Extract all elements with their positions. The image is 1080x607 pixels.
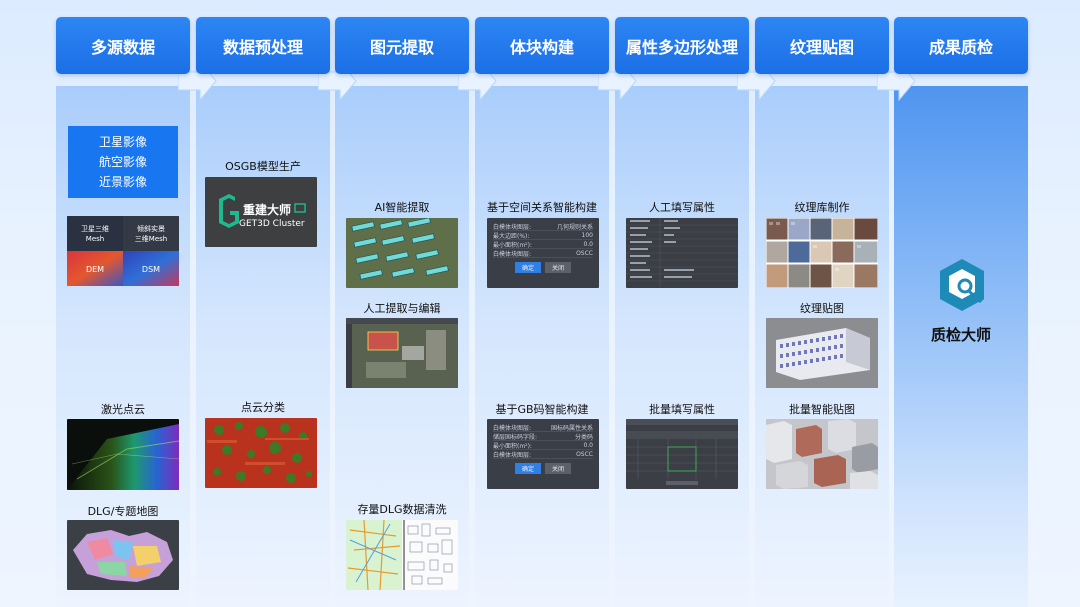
ai-extract-image — [346, 218, 458, 288]
column-attribute — [615, 86, 749, 607]
lidar-image — [67, 419, 179, 490]
batch-attr-label: 批量填写属性 — [649, 403, 715, 416]
dlg-clean-image — [346, 520, 458, 590]
dialog-row-label: 白模体块图层: — [493, 424, 532, 432]
dialog-row-label: 白模体块图层: — [493, 451, 532, 459]
imagery-list: 卫星影像 航空影像 近景影像 — [68, 126, 178, 198]
dialog-row-label: 最小面积(m²): — [493, 241, 532, 249]
dlg-map-image — [67, 520, 179, 590]
step-header-texture: 纹理贴图 — [755, 17, 889, 74]
step-header-attribute: 属性多边形处理 — [615, 17, 749, 74]
get3d-logo-subtitle: GET3D Cluster — [239, 219, 305, 229]
qc-master-logo-icon — [940, 259, 984, 311]
gb-build-dialog: 白模体块图层: 国标码属性关系 储层国标码字段: 分类码 最小面积(m²): 0.0 … — [487, 419, 599, 489]
dialog-row-value[interactable]: 100 — [582, 232, 593, 239]
get3d-logo-icon — [219, 194, 239, 228]
mesh-label-oblique: 倾斜实景 — [137, 224, 165, 233]
dialog-close-button[interactable]: 关闭 — [545, 262, 572, 273]
mesh-label-dsm: DSM — [142, 265, 160, 274]
step-header-block-build: 体块构建 — [475, 17, 609, 74]
step-header-extraction: 图元提取 — [335, 17, 469, 74]
imagery-item: 近景影像 — [98, 175, 147, 189]
step-header-qc: 成果质检 — [894, 17, 1028, 74]
dialog-ok-button[interactable]: 确定 — [514, 262, 541, 273]
manual-extract-image — [346, 318, 458, 388]
pointcloud-image — [205, 418, 317, 488]
spatial-build-label: 基于空间关系智能构建 — [487, 201, 597, 214]
mesh-label-dem: DEM — [86, 265, 104, 274]
dialog-row-value[interactable]: 国标码属性关系 — [551, 423, 593, 432]
column-block-build — [475, 86, 609, 607]
dialog-row: 白模体块图层: OSCC — [493, 249, 593, 258]
get3d-logo-tile: 重建大师 GET3D Cluster — [205, 177, 317, 247]
dialog-row-label: 白模体块图层: — [493, 250, 532, 258]
dialog-ok-button[interactable]: 确定 — [514, 463, 541, 474]
mesh-label-satellite: 卫星三维 — [81, 224, 109, 233]
dlg-map-label: DLG/专题地图 — [87, 505, 159, 518]
step-header-multisource: 多源数据 — [56, 17, 190, 74]
dialog-row-label: 最大边距(%): — [493, 232, 530, 240]
ai-extract-label: AI智能提取 — [374, 201, 430, 214]
dialog-row-value[interactable]: OSCC — [576, 451, 593, 458]
osgb-label: OSGB模型生产 — [225, 160, 301, 173]
dialog-row-value[interactable]: 几何规则关系 — [557, 222, 593, 231]
texmap-label: 纹理贴图 — [800, 302, 844, 315]
manual-attr-panel — [626, 218, 738, 288]
texmap-image — [766, 318, 878, 388]
dialog-row-value[interactable]: 分类码 — [575, 432, 593, 441]
dialog-row-label: 最小面积(m²): — [493, 442, 532, 450]
dialog-row: 白模体块图层: OSCC — [493, 450, 593, 459]
dialog-row-label: 储层国标码字段: — [493, 433, 538, 441]
spatial-build-dialog: 白模体块图层: 几何规则关系 最大边距(%): 100 最小面积(m²): 0.0 白… — [487, 218, 599, 288]
dialog-row-value[interactable]: OSCC — [576, 250, 593, 257]
batch-attr-panel — [626, 419, 738, 489]
smart-tex-image — [766, 419, 878, 489]
qc-master-label: 质检大师 — [930, 326, 991, 344]
imagery-item: 卫星影像 — [98, 135, 147, 149]
dlg-clean-label: 存量DLG数据清洗 — [357, 503, 447, 516]
mesh-label-satellite-mesh: Mesh — [86, 235, 104, 243]
texlib-label: 纹理库制作 — [794, 201, 850, 214]
mesh-label-oblique-mesh: 三维Mesh — [135, 234, 167, 243]
imagery-item: 航空影像 — [98, 155, 147, 169]
step-header-preprocess: 数据预处理 — [196, 17, 330, 74]
dialog-row-value[interactable]: 0.0 — [583, 442, 593, 449]
manual-attr-label: 人工填写属性 — [649, 201, 715, 214]
manual-extract-label: 人工提取与编辑 — [363, 302, 441, 315]
dialog-row-label: 白模体块图层: — [493, 223, 532, 231]
smart-tex-label: 批量智能贴图 — [789, 403, 855, 416]
lidar-label: 激光点云 — [101, 403, 145, 416]
gb-build-label: 基于GB码智能构建 — [495, 403, 589, 416]
column-qc — [894, 86, 1028, 607]
mesh-dem-tile: 卫星三维 Mesh 倾斜实景 三维Mesh DEM DSM — [67, 216, 179, 286]
get3d-logo-text: 重建大师 — [243, 202, 291, 217]
dialog-row-value[interactable]: 0.0 — [583, 241, 593, 248]
pointcloud-label: 点云分类 — [241, 401, 285, 414]
dialog-close-button[interactable]: 关闭 — [545, 463, 572, 474]
texlib-image — [766, 218, 878, 288]
